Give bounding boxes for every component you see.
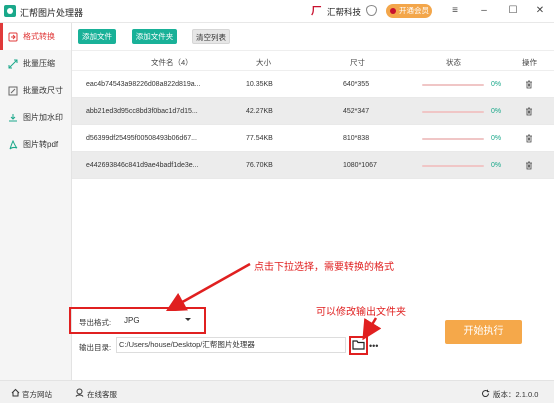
export-format-value[interactable]: JPG bbox=[124, 316, 140, 325]
output-dir-label: 输出目录: bbox=[79, 343, 112, 352]
footer: 官方网站 在线客服 版本：2.1.0.0 bbox=[0, 380, 554, 403]
more-options-icon[interactable]: ••• bbox=[369, 341, 378, 351]
annotation-arrow-folder bbox=[362, 317, 382, 341]
annotation-folder-hint: 可以修改输出文件夹 bbox=[316, 307, 406, 318]
refresh-icon bbox=[482, 389, 490, 397]
home-icon bbox=[11, 388, 20, 397]
version-label: 版本：2.1.0.0 bbox=[493, 390, 539, 399]
output-dir-field[interactable]: C:/Users/house/Desktop/汇帮图片处理器 bbox=[116, 337, 346, 353]
chevron-down-icon[interactable] bbox=[185, 318, 191, 321]
support-icon bbox=[75, 388, 84, 397]
start-button[interactable]: 开始执行 bbox=[445, 320, 522, 344]
online-support-link[interactable]: 在线客服 bbox=[87, 389, 117, 400]
export-format-label: 导出格式: bbox=[79, 318, 112, 327]
folder-icon[interactable] bbox=[352, 339, 365, 350]
official-website-link[interactable]: 官方网站 bbox=[22, 389, 52, 400]
annotation-format-hint: 点击下拉选择，需要转换的格式 bbox=[254, 262, 394, 273]
annotation-arrow-format bbox=[165, 262, 251, 312]
